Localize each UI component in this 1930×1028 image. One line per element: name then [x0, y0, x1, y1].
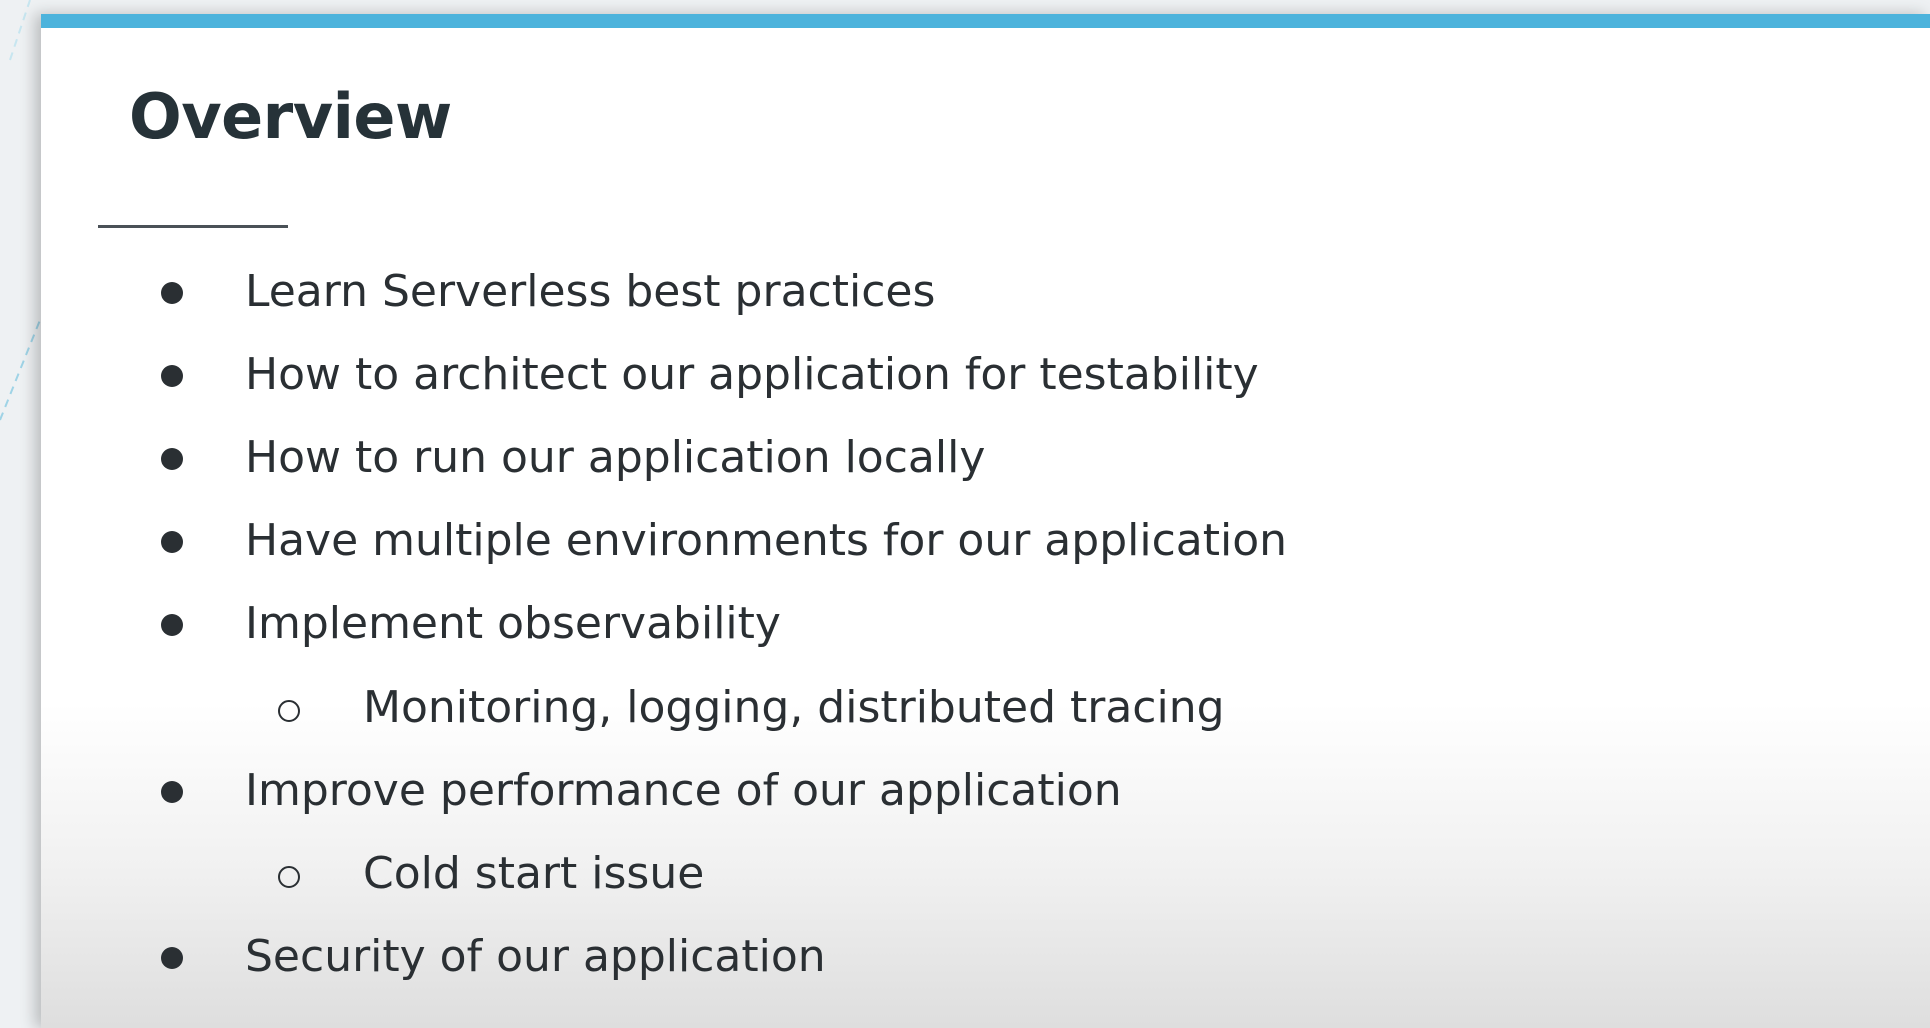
list-item-text: How to run our application locally	[245, 432, 986, 483]
bullet-circle-icon	[278, 866, 300, 888]
bullet-dot-icon	[161, 282, 183, 304]
list-item-text: Improve performance of our application	[245, 765, 1122, 816]
slide-accent-bar	[41, 14, 1930, 28]
bullet-circle-icon	[278, 700, 300, 722]
bullet-dot-icon	[161, 947, 183, 969]
list-item-text: Learn Serverless best practices	[245, 266, 936, 317]
list-item-text: Cold start issue	[363, 848, 705, 899]
list-item-text: Monitoring, logging, distributed tracing	[363, 682, 1225, 733]
list-item-text: How to architect our application for tes…	[245, 349, 1259, 400]
bullet-dot-icon	[161, 531, 183, 553]
list-item-text: Have multiple environments for our appli…	[245, 515, 1288, 566]
presentation-stage: Overview Learn Serverless best practices…	[0, 0, 1930, 1028]
bullet-dot-icon	[161, 365, 183, 387]
title-divider	[98, 225, 288, 228]
bullet-dot-icon	[161, 448, 183, 470]
bullet-dot-icon	[161, 781, 183, 803]
list-item-text: Security of our application	[245, 931, 826, 982]
slide-title: Overview	[129, 80, 452, 153]
bullet-dot-icon	[161, 614, 183, 636]
slide: Overview Learn Serverless best practices…	[41, 14, 1930, 1028]
list-item-text: Implement observability	[245, 598, 781, 649]
